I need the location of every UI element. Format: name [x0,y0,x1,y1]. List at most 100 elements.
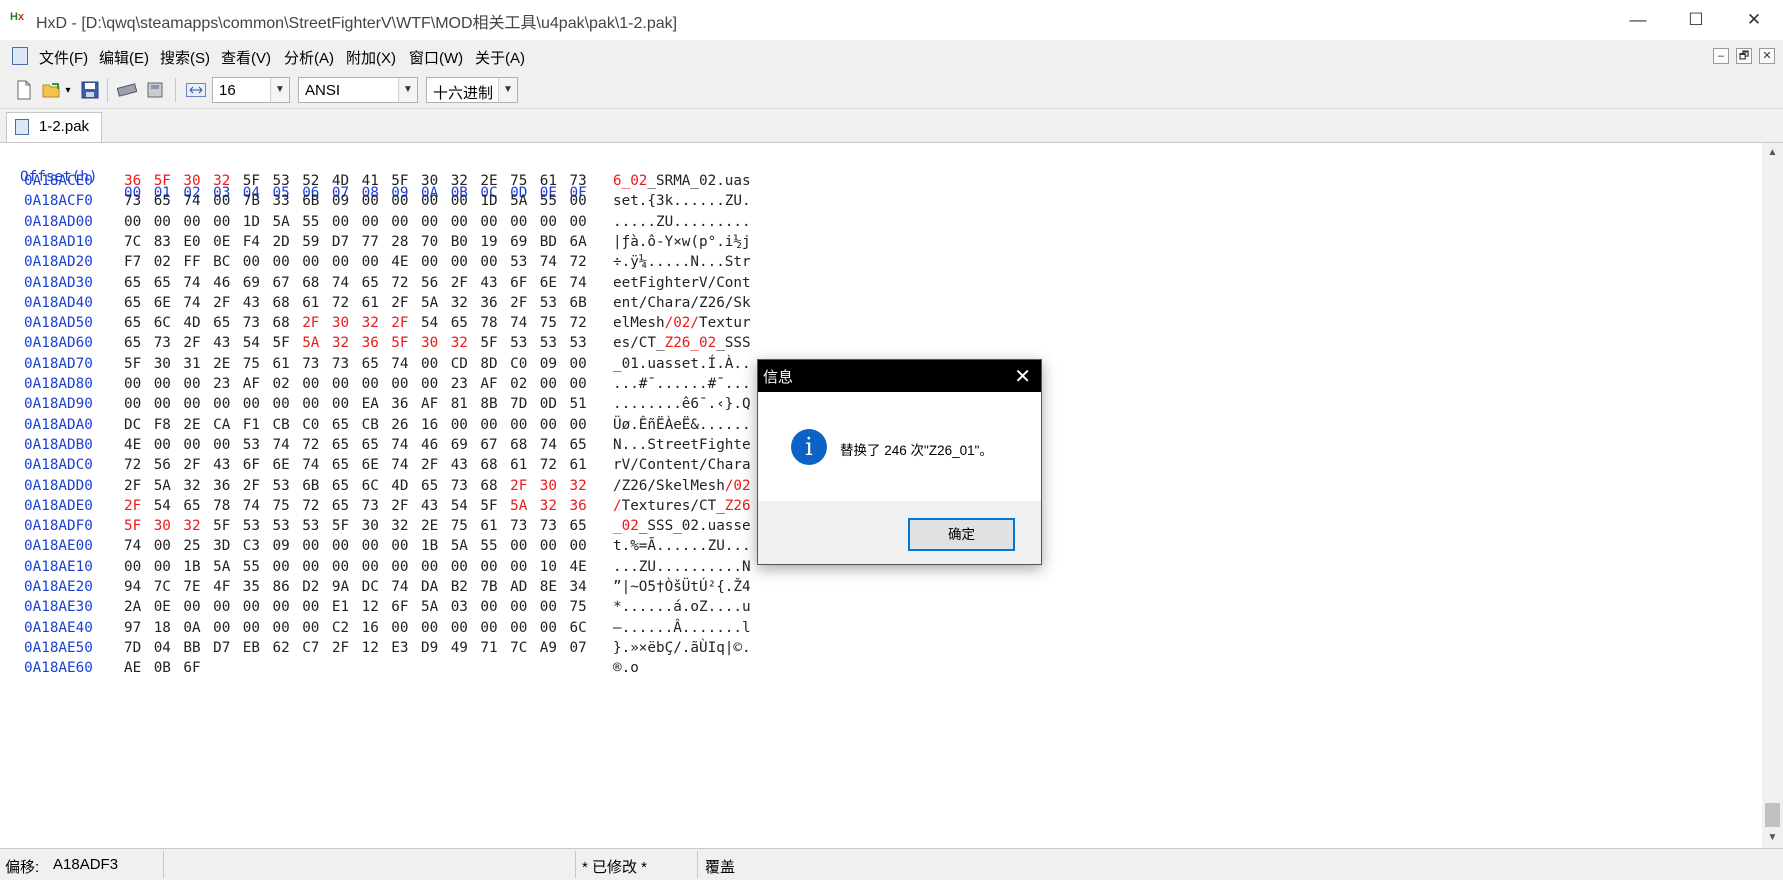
hex-byte[interactable]: 1D [480,193,497,209]
maximize-button[interactable]: ☐ [1667,0,1725,40]
hex-byte[interactable]: 6C [570,620,587,636]
hex-byte[interactable]: 72 [124,457,141,473]
hex-byte[interactable]: 00 [183,437,200,453]
ram-icon[interactable] [117,80,137,100]
hex-byte[interactable]: 43 [480,275,497,291]
hex-byte[interactable]: 6B [570,295,587,311]
hex-byte[interactable]: 32 [213,173,230,189]
hex-byte[interactable]: 73 [124,193,141,209]
hex-byte[interactable]: 68 [273,295,290,311]
hex-byte[interactable]: 72 [391,275,408,291]
hex-byte[interactable]: 68 [480,478,497,494]
hex-byte[interactable]: 2F [391,295,408,311]
hex-byte[interactable]: 65 [332,498,349,514]
hex-byte[interactable]: C0 [302,417,319,433]
hex-byte[interactable]: 7E [183,579,200,595]
hex-byte[interactable]: 5A [510,193,527,209]
hex-byte[interactable]: 5A [510,498,527,514]
vertical-scrollbar[interactable]: ▲ ▼ [1762,143,1783,848]
menu-extras[interactable]: 附加(X) [346,47,396,68]
hex-byte[interactable]: 5F [480,335,497,351]
hex-byte[interactable]: AF [421,396,438,412]
chevron-down-icon[interactable]: ▼ [498,78,517,102]
hex-byte[interactable]: 46 [213,275,230,291]
menu-file[interactable]: 文件(F) [39,47,88,68]
hex-byte[interactable]: 75 [570,599,587,615]
hex-byte[interactable]: 00 [183,396,200,412]
hex-byte[interactable]: 00 [451,559,468,575]
hex-byte[interactable]: 00 [362,559,379,575]
hex-byte[interactable]: 54 [154,498,171,514]
hex-byte[interactable]: 53 [540,335,557,351]
hex-byte[interactable]: D7 [213,640,230,656]
hex-byte[interactable]: 00 [451,417,468,433]
hex-byte[interactable]: D7 [332,234,349,250]
hex-byte[interactable]: C0 [510,356,527,372]
hex-byte[interactable]: 8E [540,579,557,595]
hex-byte[interactable]: 72 [332,295,349,311]
open-file-icon[interactable] [42,80,62,100]
hex-byte[interactable]: B2 [451,579,468,595]
hex-byte[interactable]: 7B [243,193,260,209]
hex-byte[interactable]: 00 [480,417,497,433]
tab-file[interactable]: 1-2.pak [6,112,102,142]
hex-byte[interactable]: BD [540,234,557,250]
hex-byte[interactable]: 00 [154,437,171,453]
hex-byte[interactable]: 00 [391,620,408,636]
hex-byte[interactable]: 2E [421,518,438,534]
hex-byte[interactable]: 62 [273,640,290,656]
hex-byte[interactable]: 65 [362,437,379,453]
hex-byte[interactable]: 67 [480,437,497,453]
new-file-icon[interactable] [14,80,34,100]
hex-byte[interactable]: 09 [332,193,349,209]
hex-byte[interactable]: 32 [183,478,200,494]
hex-byte[interactable]: 00 [570,356,587,372]
hex-byte[interactable]: 28 [391,234,408,250]
hex-byte[interactable]: 34 [570,579,587,595]
minimize-button[interactable]: — [1609,0,1667,40]
hex-byte[interactable]: 72 [302,437,319,453]
hex-byte[interactable]: E0 [183,234,200,250]
hex-byte[interactable]: 5A [154,478,171,494]
hex-byte[interactable]: 03 [451,599,468,615]
hex-byte[interactable]: BB [183,640,200,656]
hex-byte[interactable]: 30 [421,335,438,351]
hex-byte[interactable]: 5A [451,538,468,554]
hex-byte[interactable]: 6B [302,478,319,494]
hex-byte[interactable]: 6C [154,315,171,331]
hex-byte[interactable]: 32 [451,335,468,351]
hex-byte[interactable]: 00 [183,599,200,615]
hex-byte[interactable]: 83 [154,234,171,250]
hex-byte[interactable]: AE [124,660,141,676]
hex-byte[interactable]: 18 [154,620,171,636]
hex-byte[interactable]: 56 [154,457,171,473]
mdi-minimize-button[interactable]: – [1713,48,1729,64]
hex-byte[interactable]: 74 [391,457,408,473]
hex-byte[interactable]: 6F [183,660,200,676]
hex-byte[interactable]: 4E [391,254,408,270]
hex-byte[interactable]: 00 [480,214,497,230]
hex-byte[interactable]: F8 [154,417,171,433]
hex-byte[interactable]: 73 [243,315,260,331]
hex-byte[interactable]: 02 [154,254,171,270]
hex-byte[interactable]: 36 [570,498,587,514]
hex-byte[interactable]: 2F [391,315,408,331]
hex-byte[interactable]: 00 [273,620,290,636]
hex-byte[interactable]: 5F [124,518,141,534]
hex-byte[interactable]: 43 [451,457,468,473]
hex-byte[interactable]: 00 [510,417,527,433]
hex-byte[interactable]: 36 [391,396,408,412]
scroll-down-icon[interactable]: ▼ [1762,828,1783,848]
hex-byte[interactable]: 12 [362,640,379,656]
hex-byte[interactable]: 00 [421,376,438,392]
hex-byte[interactable]: 6E [362,457,379,473]
hex-byte[interactable]: 65 [570,437,587,453]
hex-byte[interactable]: 0B [154,660,171,676]
hex-byte[interactable]: 74 [124,538,141,554]
hex-byte[interactable]: 00 [421,254,438,270]
hex-byte[interactable]: A9 [540,640,557,656]
close-window-button[interactable]: ✕ [1725,0,1783,40]
hex-byte[interactable]: CA [213,417,230,433]
hex-byte[interactable]: 8B [480,396,497,412]
hex-byte[interactable]: E1 [332,599,349,615]
